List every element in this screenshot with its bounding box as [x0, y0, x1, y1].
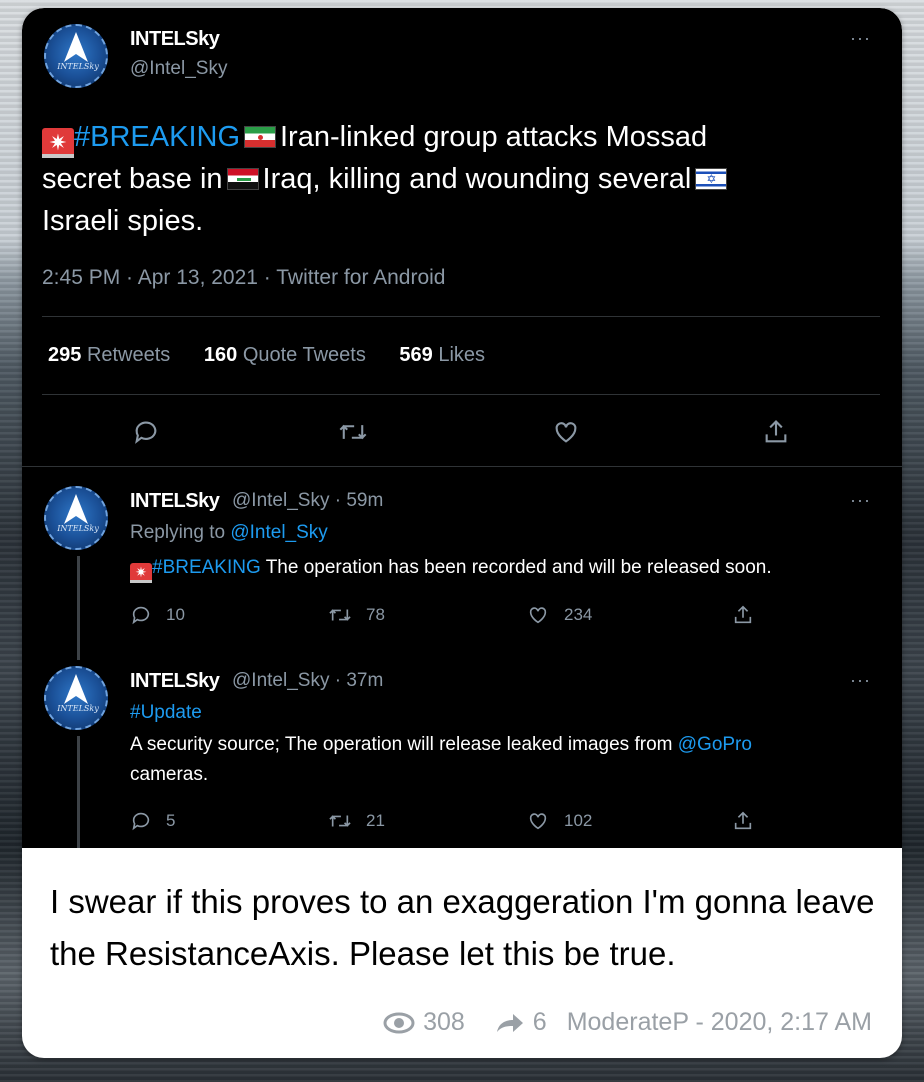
hashtag-link[interactable]: #BREAKING: [152, 557, 261, 578]
share-icon: [734, 605, 752, 624]
tweet-text: ✷ #BREAKING Iran-linked group attacks Moss…: [42, 116, 882, 242]
retweet-button[interactable]: 78: [328, 604, 385, 626]
avatar-label: INTELSky: [57, 704, 99, 713]
reply-count: 10: [166, 605, 185, 624]
reply-icon: [132, 812, 150, 831]
tweet-meta[interactable]: 2:45 PM · Apr 13, 2021 · Twitter for And…: [42, 266, 446, 290]
reply-icon: [135, 421, 157, 444]
retweet-button[interactable]: 21: [328, 810, 385, 832]
like-button[interactable]: 234: [526, 604, 592, 626]
thread-line: [77, 556, 80, 660]
replying-to: Replying to @Intel_Sky: [130, 522, 328, 543]
avatar-logo-icon: [64, 674, 88, 704]
forward-count: 6: [532, 1008, 547, 1036]
reply-icon: [132, 606, 150, 625]
reply-button[interactable]: [132, 418, 160, 446]
forward-icon: [496, 1013, 523, 1032]
update-hashtag: #Update: [130, 702, 202, 724]
reply-handle-time[interactable]: @Intel_Sky · 59m: [232, 490, 383, 512]
eye-icon: [383, 1012, 415, 1033]
avatar[interactable]: INTELSky: [44, 24, 108, 88]
post-author-time: ModerateP - 2020, 2:17 AM: [566, 1008, 872, 1036]
like-count: 102: [564, 811, 593, 830]
retweet-count: 21: [366, 811, 385, 830]
view-count: 308: [423, 1008, 465, 1036]
replying-to-link[interactable]: @Intel_Sky: [230, 522, 327, 543]
hashtag-link[interactable]: #Update: [130, 702, 202, 723]
israel-flag-icon: [695, 168, 728, 190]
siren-icon: ✷: [130, 563, 152, 583]
avatar-logo-icon: [64, 32, 88, 62]
more-icon[interactable]: ···: [850, 670, 871, 691]
thread-line: [77, 736, 80, 848]
reply-text: ✷ #BREAKING The operation has been record…: [130, 553, 890, 583]
avatar-label: INTELSky: [57, 524, 99, 533]
divider: [42, 316, 880, 317]
tweet-text-line-3: Iraq, killing and wounding several: [262, 163, 692, 195]
retweet-icon: [329, 815, 351, 827]
tweet-screenshot: INTELSky INTELSky @Intel_Sky ··· ✷ #BREAK…: [22, 8, 902, 848]
retweet-icon: [329, 609, 351, 621]
reply-handle-time[interactable]: @Intel_Sky · 37m: [232, 670, 383, 692]
tweet-stats: 295 Retweets 160 Quote Tweets 569 Likes: [48, 344, 513, 367]
post-footer: 308 6 ModerateP - 2020, 2:17 AM: [383, 1008, 872, 1037]
post-caption: I swear if this proves to an exaggeratio…: [50, 883, 875, 972]
author-name[interactable]: INTELSky: [130, 28, 220, 51]
iran-flag-icon: [244, 126, 276, 148]
like-icon: [529, 607, 547, 624]
reply-author-name[interactable]: INTELSky: [130, 490, 220, 513]
retweet-icon: [339, 424, 367, 440]
share-button[interactable]: [732, 810, 754, 832]
like-button[interactable]: 102: [526, 810, 592, 832]
retweet-button[interactable]: [338, 418, 368, 446]
avatar-label: INTELSky: [57, 62, 99, 71]
reply-count: 5: [166, 811, 176, 830]
share-button[interactable]: [762, 418, 790, 446]
more-icon[interactable]: ···: [850, 28, 871, 49]
share-button[interactable]: [732, 604, 754, 626]
iraq-flag-icon: [226, 168, 259, 190]
reply-button[interactable]: 5: [130, 810, 175, 832]
mention-link[interactable]: @GoPro: [678, 734, 752, 755]
more-icon[interactable]: ···: [850, 490, 871, 511]
retweets-stat[interactable]: 295 Retweets: [48, 344, 170, 366]
divider: [42, 394, 880, 395]
like-count: 234: [564, 605, 593, 624]
quote-tweets-stat[interactable]: 160 Quote Tweets: [204, 344, 366, 366]
retweet-count: 78: [366, 605, 385, 624]
avatar[interactable]: INTELSky: [44, 666, 108, 730]
share-icon: [734, 811, 752, 830]
like-icon: [555, 422, 577, 443]
tweet-text-line-2: secret base in: [42, 163, 223, 195]
tweet-text-line-4: Israeli spies.: [42, 205, 204, 237]
author-handle[interactable]: @Intel_Sky: [130, 58, 227, 80]
reply-button[interactable]: 10: [130, 604, 185, 626]
message-card: INTELSky INTELSky @Intel_Sky ··· ✷ #BREAK…: [22, 8, 902, 1058]
hashtag-link[interactable]: #BREAKING: [74, 121, 240, 153]
avatar[interactable]: INTELSky: [44, 486, 108, 550]
like-icon: [529, 813, 547, 830]
reply-text: A security source; The operation will re…: [130, 734, 752, 785]
divider: [22, 466, 902, 467]
share-icon: [765, 420, 787, 443]
like-button[interactable]: [552, 418, 580, 446]
siren-icon: ✷: [42, 128, 74, 158]
likes-stat[interactable]: 569 Likes: [399, 344, 485, 366]
reply-author-name[interactable]: INTELSky: [130, 670, 220, 693]
avatar-logo-icon: [64, 494, 88, 524]
tweet-text-line-1: Iran-linked group attacks Mossad: [280, 121, 708, 153]
